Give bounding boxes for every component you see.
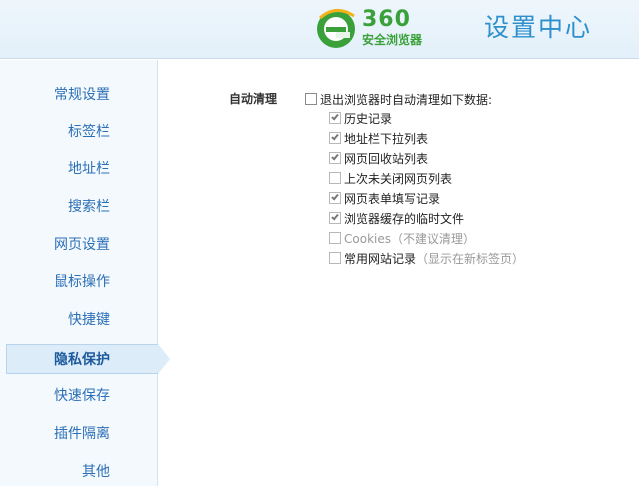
page-title: 设置中心 — [484, 13, 593, 42]
master-option[interactable]: 退出浏览器时自动清理如下数据: — [305, 92, 492, 110]
option-label: 常用网站记录 — [344, 252, 417, 266]
option-label: 历史记录 — [344, 112, 393, 126]
browser-logo: 360 安全浏览器 — [314, 6, 444, 54]
option-note: （不建议清理） — [390, 232, 475, 246]
option-frequent-sites[interactable]: 常用网站记录（显示在新标签页） — [329, 251, 524, 269]
sidebar-item-address-bar[interactable]: 地址栏 — [0, 154, 110, 184]
sidebar-item-privacy[interactable]: 隐私保护 — [6, 344, 158, 374]
option-recycle-bin[interactable]: 网页回收站列表 — [329, 151, 428, 169]
option-label: 浏览器缓存的临时文件 — [344, 212, 465, 226]
option-note: （显示在新标签页） — [416, 252, 525, 266]
e-logo-icon — [317, 9, 355, 48]
sidebar-item-shortcuts[interactable]: 快捷键 — [0, 305, 110, 335]
option-address-dropdown[interactable]: 地址栏下拉列表 — [329, 131, 428, 149]
option-checkbox[interactable] — [329, 172, 341, 184]
option-label: 网页回收站列表 — [344, 152, 429, 166]
option-checkbox[interactable] — [329, 192, 341, 204]
sidebar-item-mouse[interactable]: 鼠标操作 — [0, 267, 110, 297]
sidebar-item-search-bar[interactable]: 搜索栏 — [0, 192, 110, 222]
option-checkbox[interactable] — [329, 252, 341, 264]
section-label: 自动清理 — [229, 92, 278, 106]
option-unclosed-pages[interactable]: 上次未关闭网页列表 — [329, 171, 452, 189]
option-cookies[interactable]: Cookies（不建议清理） — [329, 231, 475, 249]
header: 360 安全浏览器 设置中心 — [0, 0, 639, 59]
option-checkbox[interactable] — [329, 132, 341, 144]
option-temp-files[interactable]: 浏览器缓存的临时文件 — [329, 211, 464, 229]
sidebar-item-general[interactable]: 常规设置 — [0, 80, 110, 110]
option-label: 上次未关闭网页列表 — [344, 172, 453, 186]
option-label: 地址栏下拉列表 — [344, 132, 429, 146]
sidebar-item-plugin-isolation[interactable]: 插件隔离 — [0, 419, 110, 449]
sidebar-item-web-settings[interactable]: 网页设置 — [0, 230, 110, 260]
option-history[interactable]: 历史记录 — [329, 111, 392, 129]
option-checkbox[interactable] — [329, 232, 341, 244]
option-label: 网页表单填写记录 — [344, 192, 441, 206]
settings-panel: 自动清理 退出浏览器时自动清理如下数据: 历史记录 地址栏下拉列表 网页回收站列… — [159, 60, 639, 486]
logo-text: 安全浏览器 — [362, 33, 423, 47]
option-form-records[interactable]: 网页表单填写记录 — [329, 191, 440, 209]
logo-number: 360 — [362, 7, 411, 32]
sidebar-item-quick-save[interactable]: 快速保存 — [0, 381, 110, 411]
sidebar-item-label: 隐私保护 — [54, 352, 110, 368]
option-label: Cookies — [344, 232, 391, 246]
sidebar: 常规设置 标签栏 地址栏 搜索栏 网页设置 鼠标操作 快捷键 隐私保护 快速保存… — [0, 60, 170, 486]
sidebar-item-tabs[interactable]: 标签栏 — [0, 117, 110, 147]
option-checkbox[interactable] — [329, 152, 341, 164]
sidebar-item-other[interactable]: 其他 — [0, 457, 110, 486]
master-checkbox[interactable] — [305, 93, 317, 105]
option-checkbox[interactable] — [329, 212, 341, 224]
option-checkbox[interactable] — [329, 112, 341, 124]
master-option-label: 退出浏览器时自动清理如下数据: — [320, 93, 493, 107]
